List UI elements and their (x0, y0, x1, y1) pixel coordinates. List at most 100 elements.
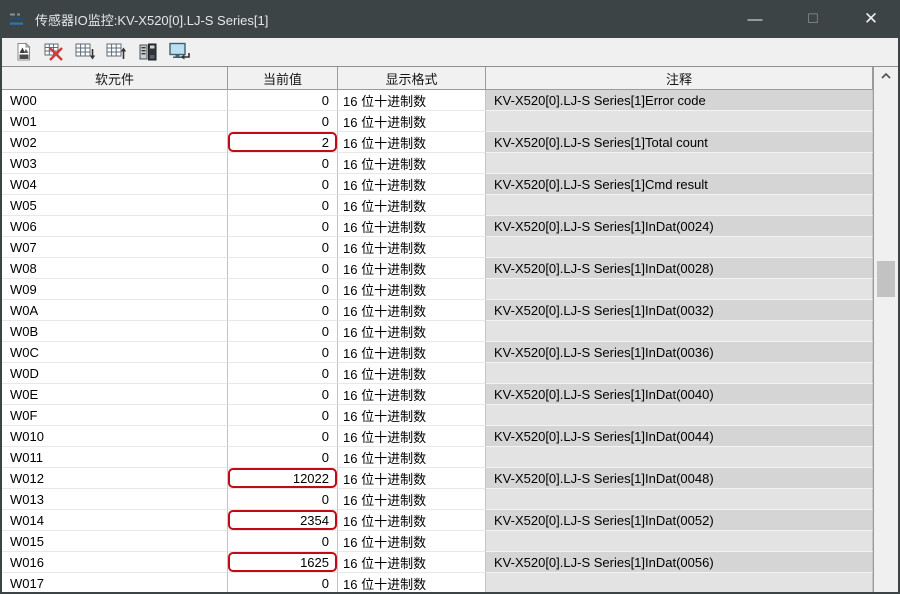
comment-cell[interactable]: KV-X520[0].LJ-S Series[1]InDat(0044) (486, 426, 873, 447)
device-cell[interactable]: W014 (2, 510, 228, 531)
value-cell[interactable]: 0 (228, 195, 338, 216)
scroll-up-button[interactable] (874, 67, 898, 85)
minimize-button[interactable]: — (726, 0, 784, 38)
format-cell[interactable]: 16 位十进制数 (338, 195, 486, 216)
value-cell[interactable]: 0 (228, 489, 338, 510)
comment-cell[interactable] (486, 195, 873, 216)
display-monitor-button[interactable] (167, 41, 190, 64)
device-cell[interactable]: W06 (2, 216, 228, 237)
device-cell[interactable]: W09 (2, 279, 228, 300)
comment-cell[interactable] (486, 237, 873, 258)
format-cell[interactable]: 16 位十进制数 (338, 531, 486, 552)
format-cell[interactable]: 16 位十进制数 (338, 447, 486, 468)
device-cell[interactable]: W04 (2, 174, 228, 195)
value-cell[interactable]: 0 (228, 153, 338, 174)
comment-cell[interactable]: KV-X520[0].LJ-S Series[1]InDat(0040) (486, 384, 873, 405)
value-cell[interactable]: 0 (228, 279, 338, 300)
delete-row-button[interactable] (43, 41, 66, 64)
device-cell[interactable]: W08 (2, 258, 228, 279)
value-cell[interactable]: 0 (228, 426, 338, 447)
vertical-scrollbar[interactable] (873, 67, 898, 592)
device-cell[interactable]: W015 (2, 531, 228, 552)
value-cell[interactable]: 0 (228, 321, 338, 342)
value-cell[interactable]: 0 (228, 237, 338, 258)
device-cell[interactable]: W0B (2, 321, 228, 342)
comment-cell[interactable]: KV-X520[0].LJ-S Series[1]InDat(0028) (486, 258, 873, 279)
format-cell[interactable]: 16 位十进制数 (338, 468, 486, 489)
format-cell[interactable]: 16 位十进制数 (338, 300, 486, 321)
value-cell[interactable]: 1625 (228, 552, 338, 573)
device-cell[interactable]: W07 (2, 237, 228, 258)
format-cell[interactable]: 16 位十进制数 (338, 132, 486, 153)
comment-cell[interactable]: KV-X520[0].LJ-S Series[1]InDat(0032) (486, 300, 873, 321)
insert-row-above-button[interactable] (105, 41, 128, 64)
format-cell[interactable]: 16 位十进制数 (338, 573, 486, 592)
device-cell[interactable]: W010 (2, 426, 228, 447)
format-cell[interactable]: 16 位十进制数 (338, 321, 486, 342)
value-cell[interactable]: 0 (228, 90, 338, 111)
comment-cell[interactable]: KV-X520[0].LJ-S Series[1]InDat(0036) (486, 342, 873, 363)
comment-cell[interactable] (486, 111, 873, 132)
device-cell[interactable]: W011 (2, 447, 228, 468)
comment-cell[interactable]: KV-X520[0].LJ-S Series[1]Cmd result (486, 174, 873, 195)
device-cell[interactable]: W0D (2, 363, 228, 384)
comment-cell[interactable] (486, 573, 873, 592)
comment-cell[interactable]: KV-X520[0].LJ-S Series[1]InDat(0048) (486, 468, 873, 489)
format-cell[interactable]: 16 位十进制数 (338, 426, 486, 447)
comment-cell[interactable] (486, 489, 873, 510)
comment-cell[interactable] (486, 531, 873, 552)
value-cell[interactable]: 0 (228, 447, 338, 468)
value-cell[interactable]: 0 (228, 216, 338, 237)
comment-cell[interactable]: KV-X520[0].LJ-S Series[1]Total count (486, 132, 873, 153)
comment-cell[interactable] (486, 405, 873, 426)
comment-cell[interactable]: KV-X520[0].LJ-S Series[1]InDat(0052) (486, 510, 873, 531)
comment-cell[interactable] (486, 321, 873, 342)
format-cell[interactable]: 16 位十进制数 (338, 552, 486, 573)
device-cell[interactable]: W0C (2, 342, 228, 363)
device-cell[interactable]: W0A (2, 300, 228, 321)
value-cell[interactable]: 0 (228, 111, 338, 132)
device-cell[interactable]: W01 (2, 111, 228, 132)
format-cell[interactable]: 16 位十进制数 (338, 510, 486, 531)
comment-cell[interactable] (486, 279, 873, 300)
format-cell[interactable]: 16 位十进制数 (338, 216, 486, 237)
device-monitor-button[interactable] (136, 41, 159, 64)
value-cell[interactable]: 0 (228, 384, 338, 405)
value-cell[interactable]: 0 (228, 258, 338, 279)
device-cell[interactable]: W012 (2, 468, 228, 489)
value-cell[interactable]: 0 (228, 174, 338, 195)
value-cell[interactable]: 0 (228, 405, 338, 426)
format-cell[interactable]: 16 位十进制数 (338, 279, 486, 300)
comment-cell[interactable] (486, 363, 873, 384)
value-cell[interactable]: 2354 (228, 510, 338, 531)
device-cell[interactable]: W0F (2, 405, 228, 426)
maximize-button[interactable]: ☐ (784, 0, 842, 38)
value-cell[interactable]: 2 (228, 132, 338, 153)
comment-cell[interactable] (486, 153, 873, 174)
format-cell[interactable]: 16 位十进制数 (338, 153, 486, 174)
device-cell[interactable]: W013 (2, 489, 228, 510)
device-cell[interactable]: W00 (2, 90, 228, 111)
format-cell[interactable]: 16 位十进制数 (338, 342, 486, 363)
format-cell[interactable]: 16 位十进制数 (338, 174, 486, 195)
device-cell[interactable]: W05 (2, 195, 228, 216)
format-cell[interactable]: 16 位十进制数 (338, 90, 486, 111)
format-cell[interactable]: 16 位十进制数 (338, 405, 486, 426)
value-cell[interactable]: 0 (228, 363, 338, 384)
value-cell[interactable]: 0 (228, 573, 338, 592)
value-cell[interactable]: 0 (228, 342, 338, 363)
batch-register-button[interactable] (12, 41, 35, 64)
comment-cell[interactable]: KV-X520[0].LJ-S Series[1]Error code (486, 90, 873, 111)
device-cell[interactable]: W03 (2, 153, 228, 174)
device-cell[interactable]: W017 (2, 573, 228, 592)
format-cell[interactable]: 16 位十进制数 (338, 111, 486, 132)
device-cell[interactable]: W016 (2, 552, 228, 573)
format-cell[interactable]: 16 位十进制数 (338, 258, 486, 279)
device-cell[interactable]: W02 (2, 132, 228, 153)
format-cell[interactable]: 16 位十进制数 (338, 237, 486, 258)
comment-cell[interactable] (486, 447, 873, 468)
device-cell[interactable]: W0E (2, 384, 228, 405)
comment-cell[interactable]: KV-X520[0].LJ-S Series[1]InDat(0024) (486, 216, 873, 237)
format-cell[interactable]: 16 位十进制数 (338, 489, 486, 510)
comment-cell[interactable]: KV-X520[0].LJ-S Series[1]InDat(0056) (486, 552, 873, 573)
